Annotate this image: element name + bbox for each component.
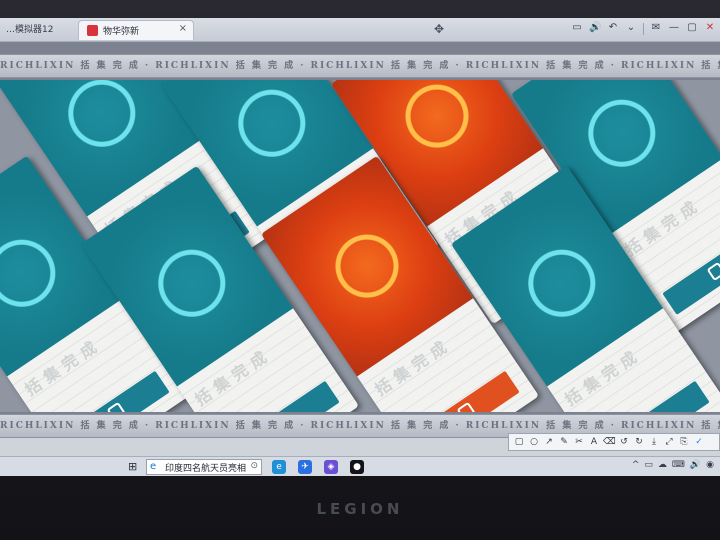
close-window-button[interactable]: ✕: [704, 22, 716, 35]
copy-icon[interactable]: ⎘: [678, 437, 690, 447]
rectangle-icon[interactable]: ▢: [513, 437, 525, 447]
keyboard-icon[interactable]: ⌨: [672, 460, 685, 470]
arrow-icon[interactable]: ↗: [543, 437, 555, 447]
move-icon[interactable]: ✥: [434, 22, 444, 36]
top-banner: RICHLIXIN 括 集 完 成 · RICHLIXIN 括 集 完 成 · …: [0, 54, 720, 78]
system-tray: ^ ▭ ☁ ⌨ 🔊 ◉: [632, 460, 714, 470]
laptop-brand-logo: LEGION: [316, 500, 404, 518]
camera-icon[interactable]: ⊙: [250, 461, 258, 471]
bird-icon[interactable]: ✈: [298, 460, 312, 474]
tab-emulator[interactable]: …模拟器12: [0, 22, 59, 38]
card-strip: [602, 380, 710, 412]
search-headline: 印度四名航天员亮相: [165, 464, 247, 474]
browser-icon: e: [150, 461, 157, 472]
circle-icon[interactable]: ○: [528, 437, 540, 447]
penguin-icon[interactable]: ●: [350, 460, 364, 474]
eraser-icon[interactable]: ⌫: [603, 437, 616, 447]
pen-icon[interactable]: ✎: [558, 437, 570, 447]
speaker-icon[interactable]: 🔊: [690, 460, 701, 470]
card-strip: [62, 370, 170, 412]
mail-icon[interactable]: ✉: [650, 22, 662, 35]
text-icon[interactable]: A: [588, 437, 600, 447]
task-view-icon[interactable]: ⊞: [128, 460, 137, 473]
cloud-icon[interactable]: ☁: [658, 460, 667, 470]
game-view[interactable]: RICHLIXIN 括 集 完 成 · RICHLIXIN 括 集 完 成 · …: [0, 42, 720, 438]
confirm-icon[interactable]: ✓: [693, 437, 705, 447]
flower-icon: [456, 401, 476, 412]
expand-icon[interactable]: ⤢: [663, 437, 675, 447]
network-icon[interactable]: ◉: [706, 460, 714, 470]
title-bar: …模拟器12 物华弥新 × ✥ ▭ 🔊 ↶ ⌄ ✉ — ▢ ✕: [0, 18, 720, 42]
card-strip: [412, 370, 520, 412]
edge-icon[interactable]: e: [272, 460, 286, 474]
close-icon[interactable]: ×: [179, 23, 187, 34]
scissors-icon[interactable]: ✂: [573, 437, 585, 447]
taskbar-search[interactable]: e 印度四名航天员亮相 ⊙: [146, 459, 262, 475]
card-field: 括集完成 括集完成 括集完成 括集完成 括集完成 括集完成: [0, 80, 720, 412]
taskbar: ⊞ e 印度四名航天员亮相 ⊙ e ✈ ◈ ● ^ ▭ ☁ ⌨ 🔊 ◉: [0, 456, 720, 476]
laptop-bezel: …模拟器12 物华弥新 × ✥ ▭ 🔊 ↶ ⌄ ✉ — ▢ ✕ RICHLIXI…: [0, 0, 720, 540]
volume-icon[interactable]: 🔊: [589, 22, 601, 35]
tab-title: 物华弥新: [103, 27, 140, 37]
game-icon[interactable]: ◈: [324, 460, 338, 474]
tab-active-game[interactable]: 物华弥新 ×: [78, 20, 194, 40]
back-icon[interactable]: ↶: [607, 22, 619, 35]
drawing-toolbar: ▢ ○ ↗ ✎ ✂ A ⌫ ↺ ↻ ⤓ ⤢ ⎘ ✓: [508, 433, 720, 451]
chevron-down-icon[interactable]: ⌄: [625, 22, 637, 35]
display-icon[interactable]: ▭: [644, 460, 653, 470]
knot-icon: [106, 401, 126, 412]
maximize-button[interactable]: ▢: [686, 22, 698, 35]
download-icon[interactable]: ⤓: [648, 437, 660, 447]
screen: …模拟器12 物华弥新 × ✥ ▭ 🔊 ↶ ⌄ ✉ — ▢ ✕ RICHLIXI…: [0, 18, 720, 476]
app-icon: [87, 25, 98, 36]
screen-icon[interactable]: ▭: [571, 22, 583, 35]
knot-icon: [706, 261, 720, 282]
card-strip: [662, 230, 720, 315]
chevron-up-icon[interactable]: ^: [632, 460, 640, 470]
undo-icon[interactable]: ↺: [618, 437, 630, 447]
minimize-button[interactable]: —: [668, 22, 680, 35]
redo-icon[interactable]: ↻: [633, 437, 645, 447]
card-strip: [232, 380, 340, 412]
divider: [643, 23, 644, 35]
window-controls: ▭ 🔊 ↶ ⌄ ✉ — ▢ ✕: [571, 22, 716, 35]
